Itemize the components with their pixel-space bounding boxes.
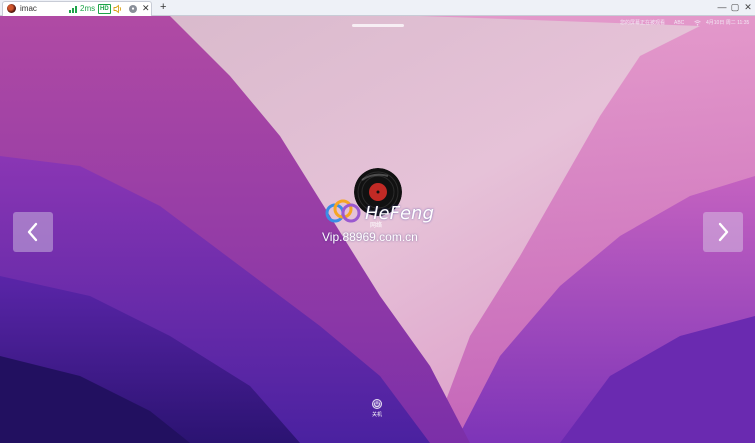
chevron-left-icon [27, 222, 38, 242]
remote-desktop-view[interactable]: 您的屏幕正在被观看 ABC 4月10日 周二 11:35 HeFeng 网络 V… [0, 16, 755, 443]
speaker-icon[interactable] [113, 4, 123, 14]
drag-handle[interactable] [352, 24, 404, 27]
input-method-indicator[interactable]: ABC [674, 18, 684, 28]
record-icon[interactable]: ● [129, 5, 137, 13]
previous-button[interactable] [13, 212, 53, 252]
menu-clock[interactable]: 4月10日 周二 11:35 [706, 18, 749, 28]
vinyl-record-icon [7, 4, 16, 13]
watermark-brand: HeFeng [365, 203, 434, 224]
new-tab-button[interactable]: + [160, 1, 166, 13]
minimize-button[interactable]: — [716, 1, 728, 13]
next-button[interactable] [703, 212, 743, 252]
tab-imac[interactable]: imac 2ms HD ● ✕ [2, 1, 152, 16]
hd-badge[interactable]: HD [98, 4, 111, 14]
tab-label: imac [20, 4, 37, 13]
signal-bars-icon [69, 6, 77, 13]
wifi-icon[interactable] [694, 20, 701, 26]
tab-close-icon[interactable]: ✕ [142, 3, 150, 14]
maximize-button[interactable]: ▢ [729, 1, 741, 13]
ping-label: 2ms [80, 4, 96, 13]
close-window-button[interactable]: ✕ [742, 1, 754, 13]
screen-sharing-status: 您的屏幕正在被观看 [620, 20, 666, 26]
chevron-right-icon [718, 222, 729, 242]
power-label: 关机 [371, 412, 382, 418]
rings-logo-icon [325, 199, 361, 223]
watermark-url: Vip.88969.com.cn [322, 230, 418, 244]
power-button[interactable] [372, 399, 382, 409]
power-icon [374, 401, 380, 407]
watermark: HeFeng 网络 Vip.88969.com.cn [322, 197, 434, 245]
browser-tab-bar: imac 2ms HD ● ✕ + — ▢ ✕ [0, 0, 755, 16]
watermark-sub: 网络 [370, 223, 383, 229]
